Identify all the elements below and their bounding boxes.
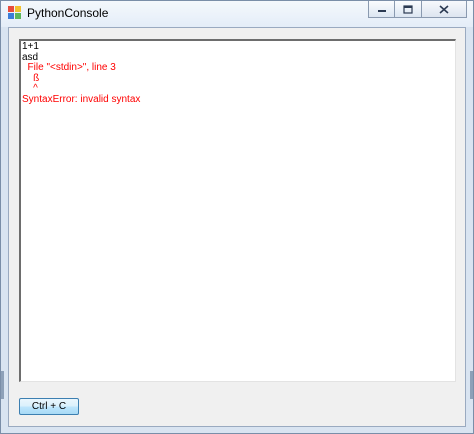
console-line-6: SyntaxError: invalid syntax <box>22 93 141 105</box>
close-icon <box>439 4 449 14</box>
window-controls <box>368 1 467 19</box>
console-output[interactable]: 1+1 asd File "<stdin>", line 3 ß ^ Synta… <box>19 39 456 382</box>
console-line-5: ^ <box>22 83 38 94</box>
client-area: 1+1 asd File "<stdin>", line 3 ß ^ Synta… <box>8 27 466 427</box>
console-line-3: File "<stdin>", line 3 <box>22 62 116 73</box>
minimize-icon <box>377 10 386 12</box>
python-console-window: PythonConsole 1+1 asd File "<stdin>", li… <box>0 0 474 434</box>
right-resize-handle[interactable] <box>470 371 473 399</box>
windows-forms-icon <box>8 6 21 19</box>
left-resize-handle[interactable] <box>1 371 4 399</box>
console-line-4: ß <box>22 72 40 84</box>
maximize-icon <box>403 4 413 14</box>
copy-button[interactable]: Ctrl + C <box>19 398 79 415</box>
maximize-button[interactable] <box>395 1 422 18</box>
minimize-button[interactable] <box>368 1 395 18</box>
console-line-1: 1+1 <box>22 41 39 52</box>
title-bar[interactable]: PythonConsole <box>1 1 473 27</box>
window-title: PythonConsole <box>27 6 109 20</box>
close-button[interactable] <box>422 1 467 18</box>
